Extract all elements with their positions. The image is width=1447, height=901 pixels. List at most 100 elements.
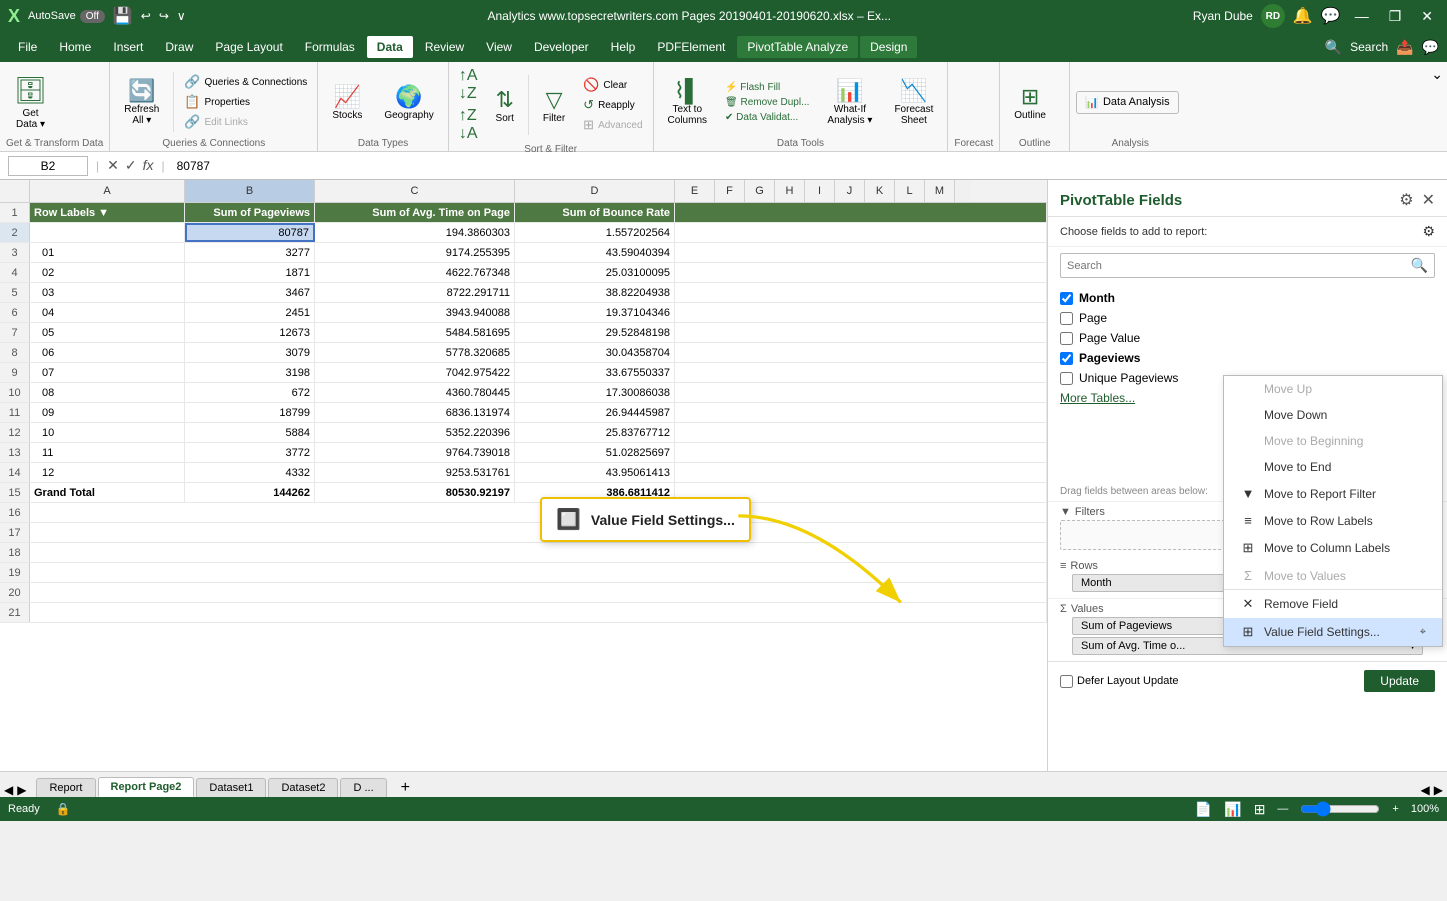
add-sheet-icon[interactable]: +	[393, 779, 418, 797]
name-box[interactable]	[8, 156, 88, 176]
sheet-tab-report-page2[interactable]: Report Page2	[98, 777, 195, 797]
clear-button[interactable]: 🚫 Clear	[579, 76, 646, 94]
cell-c3[interactable]: 9174.255395	[315, 243, 515, 262]
pivot-field-pageviews-checkbox[interactable]	[1060, 352, 1073, 365]
menu-draw[interactable]: Draw	[155, 36, 203, 58]
ribbon-expand[interactable]: ⌄	[1427, 62, 1447, 151]
insert-function-icon[interactable]: fx	[143, 157, 154, 174]
cell-d3[interactable]: 43.59040394	[515, 243, 675, 262]
menu-pdfelement[interactable]: PDFElement	[647, 36, 735, 58]
cell-a11[interactable]: 09	[30, 403, 185, 422]
col-header-k[interactable]: K	[865, 180, 895, 202]
pivot-field-pageviews[interactable]: Pageviews	[1060, 348, 1435, 368]
col-header-c[interactable]: C	[315, 180, 515, 202]
ctx-move-row-labels[interactable]: ≡ Move to Row Labels	[1224, 507, 1442, 534]
cell-b14[interactable]: 4332	[185, 463, 315, 482]
comment-icon[interactable]: 💬	[1321, 6, 1341, 26]
ctx-value-field-settings[interactable]: ⊞ Value Field Settings... ⌖	[1224, 618, 1442, 646]
cell-b12[interactable]: 5884	[185, 423, 315, 442]
ctx-move-down[interactable]: Move Down	[1224, 402, 1442, 428]
sort-za-button[interactable]: ↑Z↓A	[455, 106, 482, 144]
menu-insert[interactable]: Insert	[103, 36, 153, 58]
text-to-columns-button[interactable]: ⌇▌ Text toColumns	[660, 74, 715, 130]
update-button[interactable]: Update	[1364, 670, 1435, 692]
cell-b11[interactable]: 18799	[185, 403, 315, 422]
cell-empty-17[interactable]	[30, 523, 1047, 542]
save-icon[interactable]: 💾	[113, 6, 133, 26]
col-header-b[interactable]: B	[185, 180, 315, 202]
cell-d11[interactable]: 26.94445987	[515, 403, 675, 422]
ctx-move-column-labels[interactable]: ⊞ Move to Column Labels	[1224, 534, 1442, 562]
zoom-decrease-icon[interactable]: —	[1277, 803, 1288, 815]
what-if-button[interactable]: 📊 What-IfAnalysis ▾	[819, 74, 880, 130]
sheet-tab-dataset2[interactable]: Dataset2	[268, 778, 338, 797]
pivot-field-page-value[interactable]: Page Value	[1060, 328, 1435, 348]
cell-c2[interactable]: 194.3860303	[315, 223, 515, 242]
cell-d14[interactable]: 43.95061413	[515, 463, 675, 482]
outline-button[interactable]: ⊞ Outline	[1006, 80, 1054, 125]
menu-formulas[interactable]: Formulas	[295, 36, 365, 58]
menu-pivot-analyze[interactable]: PivotTable Analyze	[737, 36, 858, 58]
defer-checkbox[interactable]	[1060, 675, 1073, 688]
cell-d6[interactable]: 19.37104346	[515, 303, 675, 322]
pivot-field-unique-pageviews-checkbox[interactable]	[1060, 372, 1073, 385]
cell-d4[interactable]: 25.03100095	[515, 263, 675, 282]
restore-btn[interactable]: ❐	[1383, 6, 1408, 27]
cell-empty-16[interactable]	[30, 503, 1047, 522]
col-header-d[interactable]: D	[515, 180, 675, 202]
pivot-field-page-value-checkbox[interactable]	[1060, 332, 1073, 345]
queries-connections-button[interactable]: 🔗 Queries & Connections	[180, 73, 311, 91]
cell-empty-21[interactable]	[30, 603, 1047, 622]
cell-b3[interactable]: 3277	[185, 243, 315, 262]
minimize-btn[interactable]: —	[1349, 6, 1375, 26]
cell-a13[interactable]: 11	[30, 443, 185, 462]
cell-empty-20[interactable]	[30, 583, 1047, 602]
properties-button[interactable]: 📋 Properties	[180, 93, 311, 111]
menu-search[interactable]: Search	[1350, 40, 1388, 54]
col-header-e[interactable]: E	[675, 180, 715, 202]
pivot-close-icon[interactable]: ✕	[1422, 190, 1435, 210]
cell-a2[interactable]	[30, 223, 185, 242]
sheet-scroll-left-icon[interactable]: ◀	[1421, 783, 1430, 797]
menu-page-layout[interactable]: Page Layout	[205, 36, 292, 58]
cell-b15[interactable]: 144262	[185, 483, 315, 502]
menu-design[interactable]: Design	[860, 36, 917, 58]
stocks-button[interactable]: 📈 Stocks	[324, 80, 370, 125]
cell-b10[interactable]: 672	[185, 383, 315, 402]
cell-d1[interactable]: Sum of Bounce Rate	[515, 203, 675, 222]
cell-d5[interactable]: 38.82204938	[515, 283, 675, 302]
cell-empty-18[interactable]	[30, 543, 1047, 562]
cell-c15[interactable]: 80530.92197	[315, 483, 515, 502]
ribbon-collapse-icon[interactable]: 🔔	[1293, 6, 1313, 26]
cell-c5[interactable]: 8722.291711	[315, 283, 515, 302]
pivot-field-page-checkbox[interactable]	[1060, 312, 1073, 325]
menu-review[interactable]: Review	[415, 36, 474, 58]
cell-c4[interactable]: 4622.767348	[315, 263, 515, 282]
advanced-button[interactable]: ⊞ Advanced	[579, 116, 646, 134]
cell-a3[interactable]: 01	[30, 243, 185, 262]
zoom-increase-icon[interactable]: +	[1392, 803, 1398, 815]
cell-b1[interactable]: Sum of Pageviews	[185, 203, 315, 222]
cell-c7[interactable]: 5484.581695	[315, 323, 515, 342]
cell-c6[interactable]: 3943.940088	[315, 303, 515, 322]
cancel-formula-icon[interactable]: ✕	[107, 157, 119, 174]
customize-icon[interactable]: ∨	[177, 9, 186, 23]
col-header-j[interactable]: J	[835, 180, 865, 202]
defer-checkbox-label[interactable]: Defer Layout Update	[1060, 675, 1179, 688]
cell-empty-19[interactable]	[30, 563, 1047, 582]
menu-data[interactable]: Data	[367, 36, 413, 58]
menu-home[interactable]: Home	[49, 36, 101, 58]
view-page-layout-icon[interactable]: 📊	[1224, 801, 1241, 818]
cell-c12[interactable]: 5352.220396	[315, 423, 515, 442]
menu-view[interactable]: View	[476, 36, 522, 58]
cell-a14[interactable]: 12	[30, 463, 185, 482]
cell-b7[interactable]: 12673	[185, 323, 315, 342]
cell-c13[interactable]: 9764.739018	[315, 443, 515, 462]
formula-input[interactable]	[173, 157, 1439, 175]
data-analysis-button[interactable]: 📊 Data Analysis	[1076, 91, 1178, 114]
cell-a5[interactable]: 03	[30, 283, 185, 302]
close-btn[interactable]: ✕	[1415, 6, 1439, 27]
ctx-move-end[interactable]: Move to End	[1224, 454, 1442, 480]
cell-a1[interactable]: Row Labels ▼	[30, 203, 185, 222]
col-header-a[interactable]: A	[30, 180, 185, 202]
